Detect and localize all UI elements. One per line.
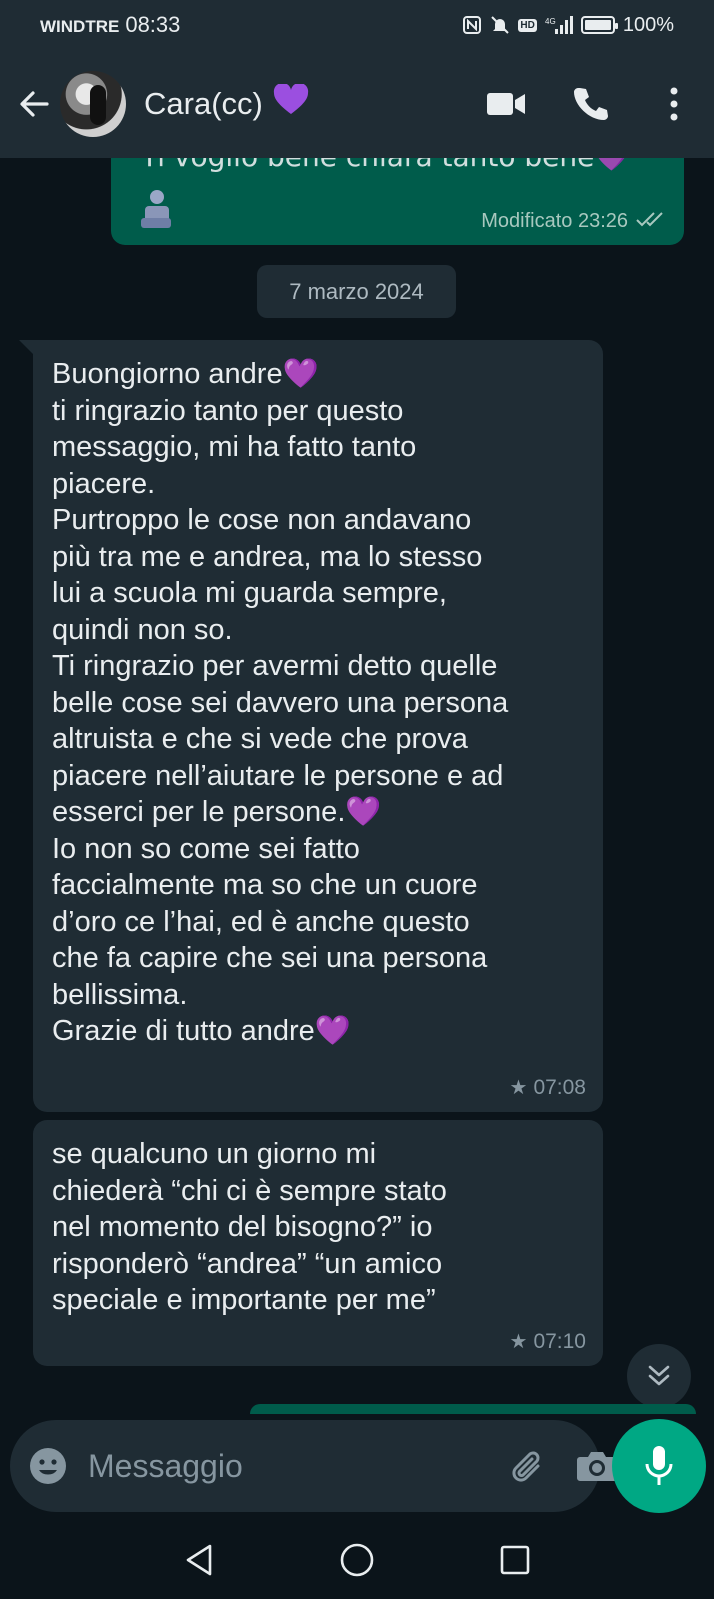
system-nav-bar bbox=[0, 1520, 714, 1599]
outgoing-message-partial bbox=[250, 1404, 696, 1414]
paperclip-icon bbox=[512, 1451, 540, 1482]
avatar[interactable] bbox=[60, 71, 126, 137]
star-icon: ★ bbox=[509, 1331, 528, 1353]
back-arrow-icon bbox=[20, 91, 49, 117]
microphone-icon bbox=[645, 1446, 673, 1485]
message-meta: ★ 07:10 bbox=[510, 1329, 587, 1354]
outgoing-message[interactable]: Ti voglio bene chiara tanto bene💜 Modifi… bbox=[111, 158, 684, 245]
nav-recents-button[interactable] bbox=[485, 1530, 545, 1590]
contact-name-text: Cara(cc) bbox=[144, 86, 263, 121]
circle-home-icon bbox=[340, 1543, 374, 1576]
status-bar: WINDTRE 08:33 HD 4G 100% bbox=[0, 0, 714, 50]
outgoing-meta-text: Modificato 23:26 bbox=[481, 210, 628, 232]
incoming-message-text: Buongiorno andre💜 ti ringrazio tanto per… bbox=[52, 358, 509, 1047]
message-composer bbox=[10, 1420, 617, 1512]
video-call-button[interactable] bbox=[484, 82, 528, 126]
triangle-back-icon bbox=[186, 1544, 212, 1575]
svg-text:4G: 4G bbox=[545, 17, 556, 26]
battery-icon bbox=[580, 16, 618, 34]
incoming-message-text: se qualcuno un giorno mi chiederà “chi c… bbox=[52, 1138, 447, 1316]
phone-icon bbox=[574, 88, 608, 120]
purple-heart-icon bbox=[273, 82, 309, 124]
message-time: 07:10 bbox=[533, 1329, 586, 1353]
signal-icon: 4G bbox=[545, 15, 573, 35]
outgoing-message-text: Ti voglio bene chiara tanto bene💜 bbox=[141, 158, 629, 173]
date-chip: 7 marzo 2024 bbox=[257, 265, 456, 318]
nfc-icon bbox=[462, 15, 482, 35]
hd-icon: HD bbox=[518, 18, 537, 32]
chat-area[interactable]: Ti voglio bene chiara tanto bene💜 Modifi… bbox=[0, 158, 714, 1420]
square-recents-icon bbox=[500, 1545, 530, 1574]
contact-name[interactable]: Cara(cc) bbox=[144, 82, 309, 124]
battery-fill bbox=[584, 20, 611, 30]
emoji-icon bbox=[30, 1448, 66, 1484]
message-meta: ★ 07:08 bbox=[510, 1075, 587, 1100]
double-check-icon bbox=[636, 210, 666, 233]
message-time: 07:08 bbox=[533, 1075, 586, 1099]
more-options-button[interactable] bbox=[652, 82, 696, 126]
carrier-label: WINDTRE bbox=[40, 17, 120, 36]
incoming-message[interactable]: se qualcuno un giorno mi chiederà “chi c… bbox=[33, 1120, 603, 1366]
double-chevron-down-icon bbox=[648, 1365, 670, 1386]
nav-back-button[interactable] bbox=[169, 1530, 229, 1590]
outgoing-meta: Modificato 23:26 bbox=[481, 210, 666, 233]
attach-button[interactable] bbox=[508, 1440, 548, 1492]
battery-percent: 100% bbox=[622, 13, 674, 36]
incoming-message[interactable]: Buongiorno andre💜 ti ringrazio tanto per… bbox=[19, 340, 603, 1112]
emoji-button[interactable] bbox=[28, 1443, 68, 1489]
star-icon: ★ bbox=[509, 1077, 528, 1099]
mute-bell-icon bbox=[490, 15, 510, 35]
back-button[interactable] bbox=[14, 84, 54, 124]
more-vert-icon bbox=[670, 87, 678, 121]
sticker-icon bbox=[137, 188, 173, 236]
message-input[interactable] bbox=[88, 1447, 508, 1485]
voice-call-button[interactable] bbox=[568, 82, 612, 126]
scroll-to-bottom-button[interactable] bbox=[627, 1344, 691, 1408]
clock: 08:33 bbox=[125, 12, 181, 37]
video-call-icon bbox=[487, 93, 525, 115]
chat-header: Cara(cc) bbox=[0, 50, 714, 158]
nav-home-button[interactable] bbox=[327, 1530, 387, 1590]
voice-message-button[interactable] bbox=[612, 1419, 706, 1513]
